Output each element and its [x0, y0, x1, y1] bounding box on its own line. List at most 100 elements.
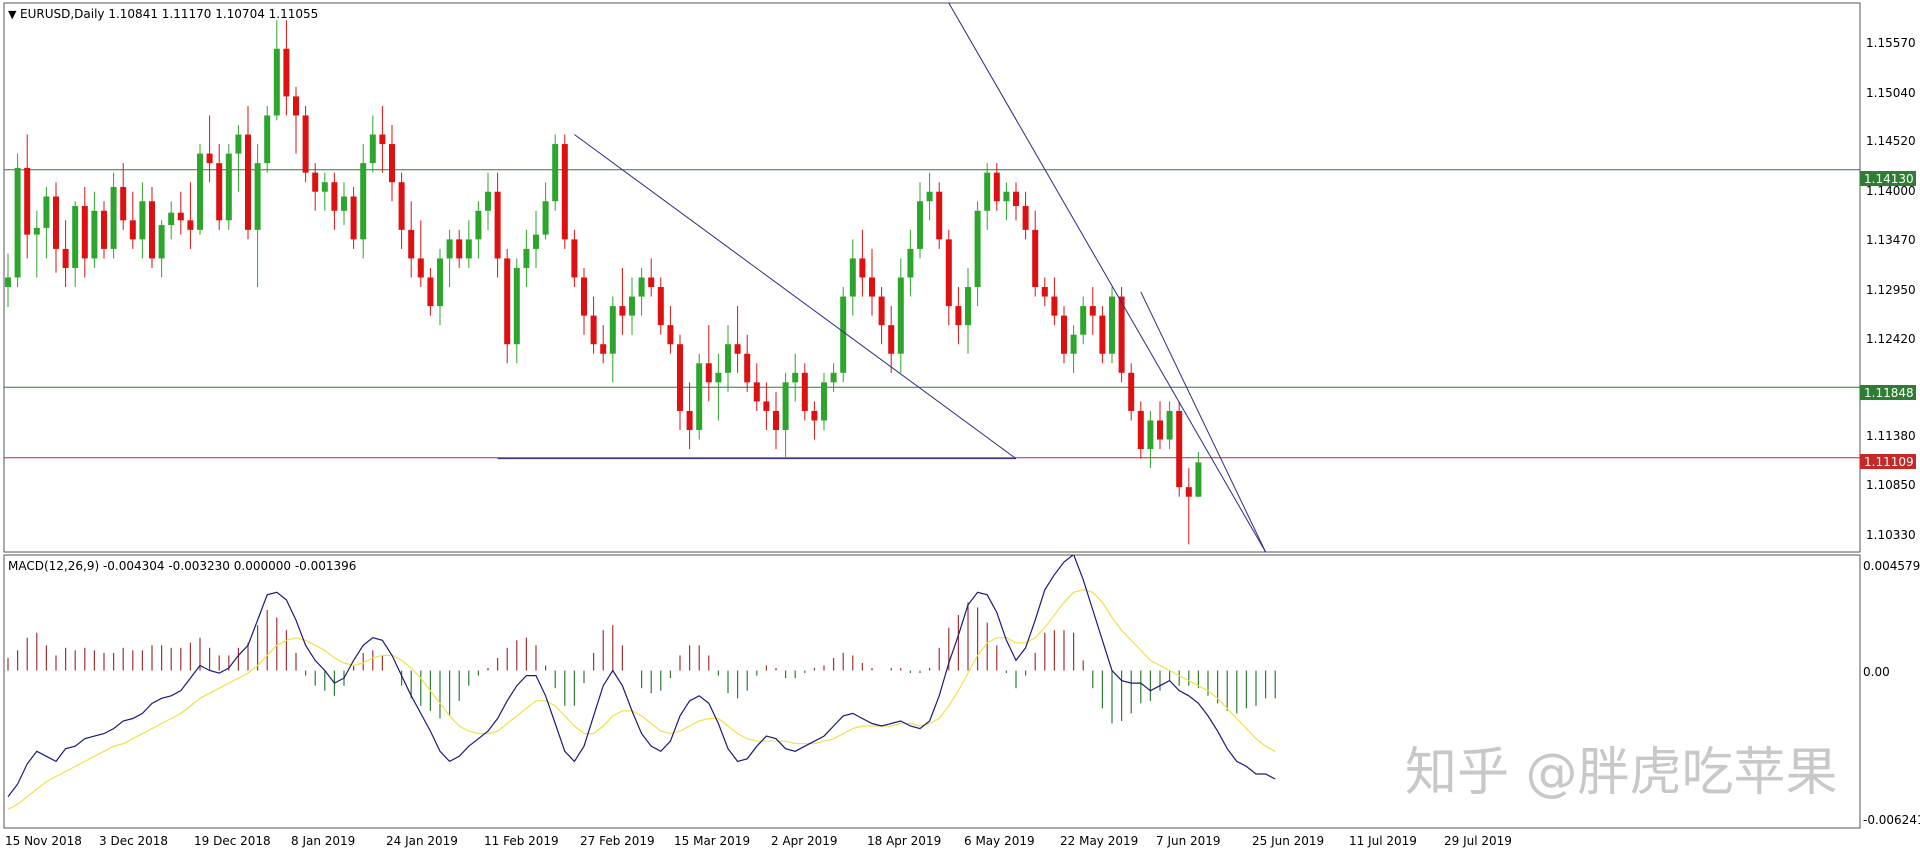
chart-dropdown-arrow-icon[interactable]: ▼ [8, 8, 17, 21]
candle-body [773, 410, 779, 430]
candle-body [91, 210, 98, 259]
candle-body [62, 248, 69, 268]
candle-body [763, 401, 770, 411]
candle-body [552, 144, 559, 202]
x-tick: 2 Apr 2019 [771, 834, 838, 848]
candle-body [705, 363, 712, 383]
candle-body [53, 196, 59, 249]
level-tag-label: 1.11109 [1864, 455, 1914, 469]
candle-body [1051, 296, 1058, 316]
x-tick: 3 Dec 2018 [99, 834, 168, 848]
candle-body [197, 153, 203, 230]
candle-body [456, 239, 463, 259]
x-tick: 15 Nov 2018 [5, 834, 82, 848]
candle-body [81, 206, 88, 259]
candle-body [149, 201, 155, 259]
price-y-tick: 1.11380 [1866, 429, 1916, 443]
candle-body [1003, 191, 1010, 202]
candle-body [974, 210, 981, 288]
price-y-tick: 1.10330 [1866, 528, 1916, 542]
candle-body [235, 134, 242, 154]
candle-body [984, 172, 991, 211]
candle-body [600, 344, 607, 354]
level-tag-label: 1.14130 [1864, 172, 1914, 186]
candle-body [1185, 487, 1192, 497]
candle-body [293, 96, 299, 116]
candle-body [216, 163, 223, 221]
candle-body [72, 206, 79, 268]
candle-body [168, 212, 175, 226]
candle-body [24, 167, 31, 235]
candle-body [888, 325, 895, 354]
candle-body [590, 315, 597, 345]
candle-body [408, 229, 415, 259]
candle-body [283, 48, 290, 97]
candle-body [792, 372, 799, 383]
candle-body [571, 239, 578, 278]
candle-body [1032, 229, 1039, 288]
candle-body [830, 372, 837, 383]
candle-body [1128, 372, 1135, 411]
candle-body [609, 306, 616, 354]
candle-body [33, 227, 40, 235]
candle-body [1041, 287, 1048, 297]
candle-body [341, 196, 347, 211]
candle-body [14, 167, 21, 278]
candle-body [360, 163, 367, 240]
candle-body [485, 191, 491, 211]
candle-body [139, 201, 146, 240]
candle-body [1080, 306, 1087, 335]
candle-body [840, 296, 847, 373]
candle-body [225, 153, 232, 221]
candle-body [993, 172, 1000, 202]
candle-body [859, 258, 866, 278]
candle-body [629, 296, 635, 316]
macd-y-tick: 0.00 [1863, 665, 1890, 679]
candle-body [849, 258, 856, 297]
candle-body [581, 277, 587, 316]
candle-body [744, 353, 751, 383]
candle-body [273, 48, 280, 116]
x-tick: 25 Jun 2019 [1252, 834, 1324, 848]
candle-body [965, 287, 971, 326]
price-y-tick: 1.15040 [1866, 86, 1916, 100]
candle-body [1147, 420, 1154, 450]
candle-body [245, 134, 251, 230]
candle-body [878, 296, 885, 326]
candle-body [504, 258, 511, 345]
candle-body [1157, 420, 1163, 440]
candle-body [427, 277, 434, 307]
candle-body [1176, 410, 1183, 488]
candle-body [350, 196, 357, 240]
candle-body [926, 191, 933, 202]
candle-body [1118, 296, 1125, 373]
candle-body [917, 201, 923, 249]
chart-background [0, 0, 1920, 853]
candle-body [725, 344, 731, 373]
candle-body [936, 191, 943, 240]
candle-body [187, 220, 194, 230]
candle-body [753, 382, 760, 402]
candle-body [1070, 334, 1077, 354]
x-tick: 7 Jun 2019 [1156, 834, 1221, 848]
candle-body [101, 210, 107, 249]
candle-body [369, 134, 376, 164]
x-tick: 6 May 2019 [964, 834, 1035, 848]
candle-body [1099, 315, 1106, 354]
x-tick: 18 Apr 2019 [867, 834, 941, 848]
candle-body [897, 277, 904, 354]
candle-body [1013, 191, 1019, 207]
x-tick: 11 Jul 2019 [1349, 834, 1417, 848]
candle-body [494, 191, 501, 259]
candle-body [254, 163, 261, 230]
candle-body [955, 306, 962, 326]
macd-header: MACD(12,26,9) -0.004304 -0.003230 0.0000… [8, 559, 356, 573]
x-tick: 29 Jul 2019 [1444, 834, 1512, 848]
candle-body [533, 234, 539, 249]
candle-body [110, 186, 117, 249]
x-tick: 22 May 2019 [1060, 834, 1138, 848]
candle-body [869, 277, 875, 297]
candle-body [379, 134, 386, 145]
candle-body [648, 277, 655, 288]
candle-body [821, 382, 827, 421]
